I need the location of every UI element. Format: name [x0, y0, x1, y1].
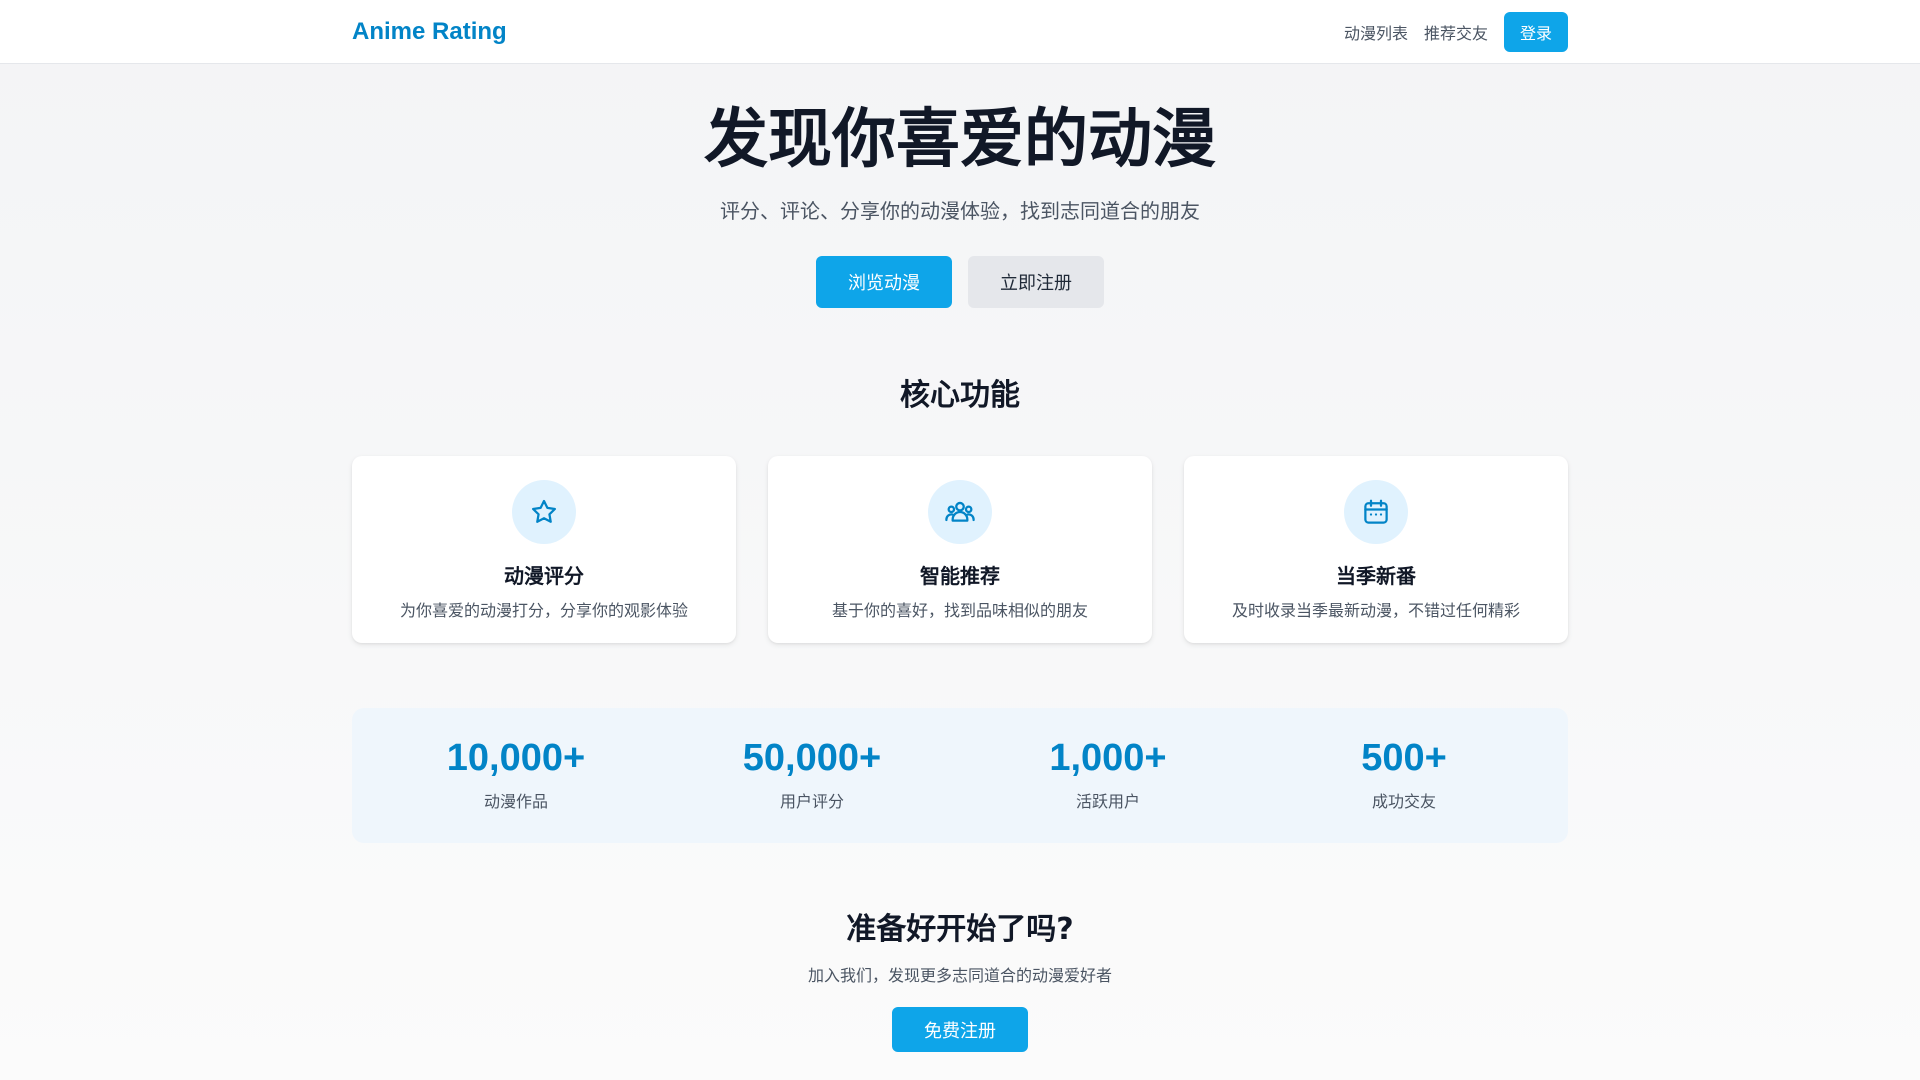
- feature-card-title: 智能推荐: [920, 564, 1000, 588]
- feature-card-description: 及时收录当季最新动漫，不错过任何精彩: [1231, 601, 1520, 620]
- stat-value: 10,000+: [446, 737, 586, 779]
- brand-logo-link[interactable]: Anime Rating: [352, 18, 507, 46]
- browse-anime-button[interactable]: 浏览动漫: [816, 256, 952, 308]
- feature-card-title: 当季新番: [1336, 564, 1416, 588]
- hero-subtitle: 评分、评论、分享你的动漫体验，找到志同道合的朋友: [720, 199, 1200, 223]
- stat-label: 用户评分: [779, 792, 844, 811]
- feature-card-description: 为你喜爱的动漫打分，分享你的观影体验: [399, 601, 688, 620]
- users-icon: [928, 480, 992, 544]
- register-now-button[interactable]: 立即注册: [968, 256, 1104, 308]
- stat-user-ratings: 50,000+ 用户评分: [664, 708, 960, 843]
- calendar-icon: [1344, 480, 1408, 544]
- top-navbar: Anime Rating 动漫列表 推荐交友 登录: [0, 0, 1920, 64]
- feature-card-recommend: 智能推荐 基于你的喜好，找到品味相似的朋友: [768, 456, 1152, 643]
- star-icon: [512, 480, 576, 544]
- stat-value: 1,000+: [1049, 737, 1167, 779]
- stat-friendships: 500+ 成功交友: [1256, 708, 1552, 843]
- stat-value: 50,000+: [742, 737, 882, 779]
- stat-label: 动漫作品: [483, 792, 548, 811]
- features-section-title: 核心功能: [900, 378, 1020, 413]
- nav-links: 动漫列表 推荐交友 登录: [1328, 12, 1568, 52]
- stat-active-users: 1,000+ 活跃用户: [960, 708, 1256, 843]
- nav-link-anime-list[interactable]: 动漫列表: [1344, 20, 1408, 44]
- login-button[interactable]: 登录: [1503, 12, 1568, 52]
- features-cards: 动漫评分 为你喜爱的动漫打分，分享你的观影体验 智能推荐 基于你的喜好，找到品味…: [352, 456, 1568, 643]
- stat-value: 500+: [1361, 737, 1447, 779]
- nav-link-recommend-friends[interactable]: 推荐交友: [1424, 20, 1488, 44]
- feature-card-season: 当季新番 及时收录当季最新动漫，不错过任何精彩: [1184, 456, 1568, 643]
- cta-title: 准备好开始了吗?: [846, 912, 1074, 947]
- stat-label: 活跃用户: [1075, 792, 1140, 811]
- feature-card-title: 动漫评分: [504, 564, 584, 588]
- stats-panel: 10,000+ 动漫作品 50,000+ 用户评分 1,000+ 活跃用户 50…: [352, 708, 1568, 843]
- feature-card-rating: 动漫评分 为你喜爱的动漫打分，分享你的观影体验: [352, 456, 736, 643]
- stat-anime-works: 10,000+ 动漫作品: [368, 708, 664, 843]
- stat-label: 成功交友: [1371, 792, 1436, 811]
- cta-subtitle: 加入我们，发现更多志同道合的动漫爱好者: [807, 966, 1112, 985]
- free-register-button[interactable]: 免费注册: [892, 1007, 1028, 1052]
- navbar-inner: Anime Rating 动漫列表 推荐交友 登录: [352, 0, 1568, 64]
- hero-title: 发现你喜爱的动漫: [704, 103, 1216, 177]
- hero-actions: 浏览动漫 立即注册: [0, 256, 1920, 308]
- feature-card-description: 基于你的喜好，找到品味相似的朋友: [831, 601, 1088, 620]
